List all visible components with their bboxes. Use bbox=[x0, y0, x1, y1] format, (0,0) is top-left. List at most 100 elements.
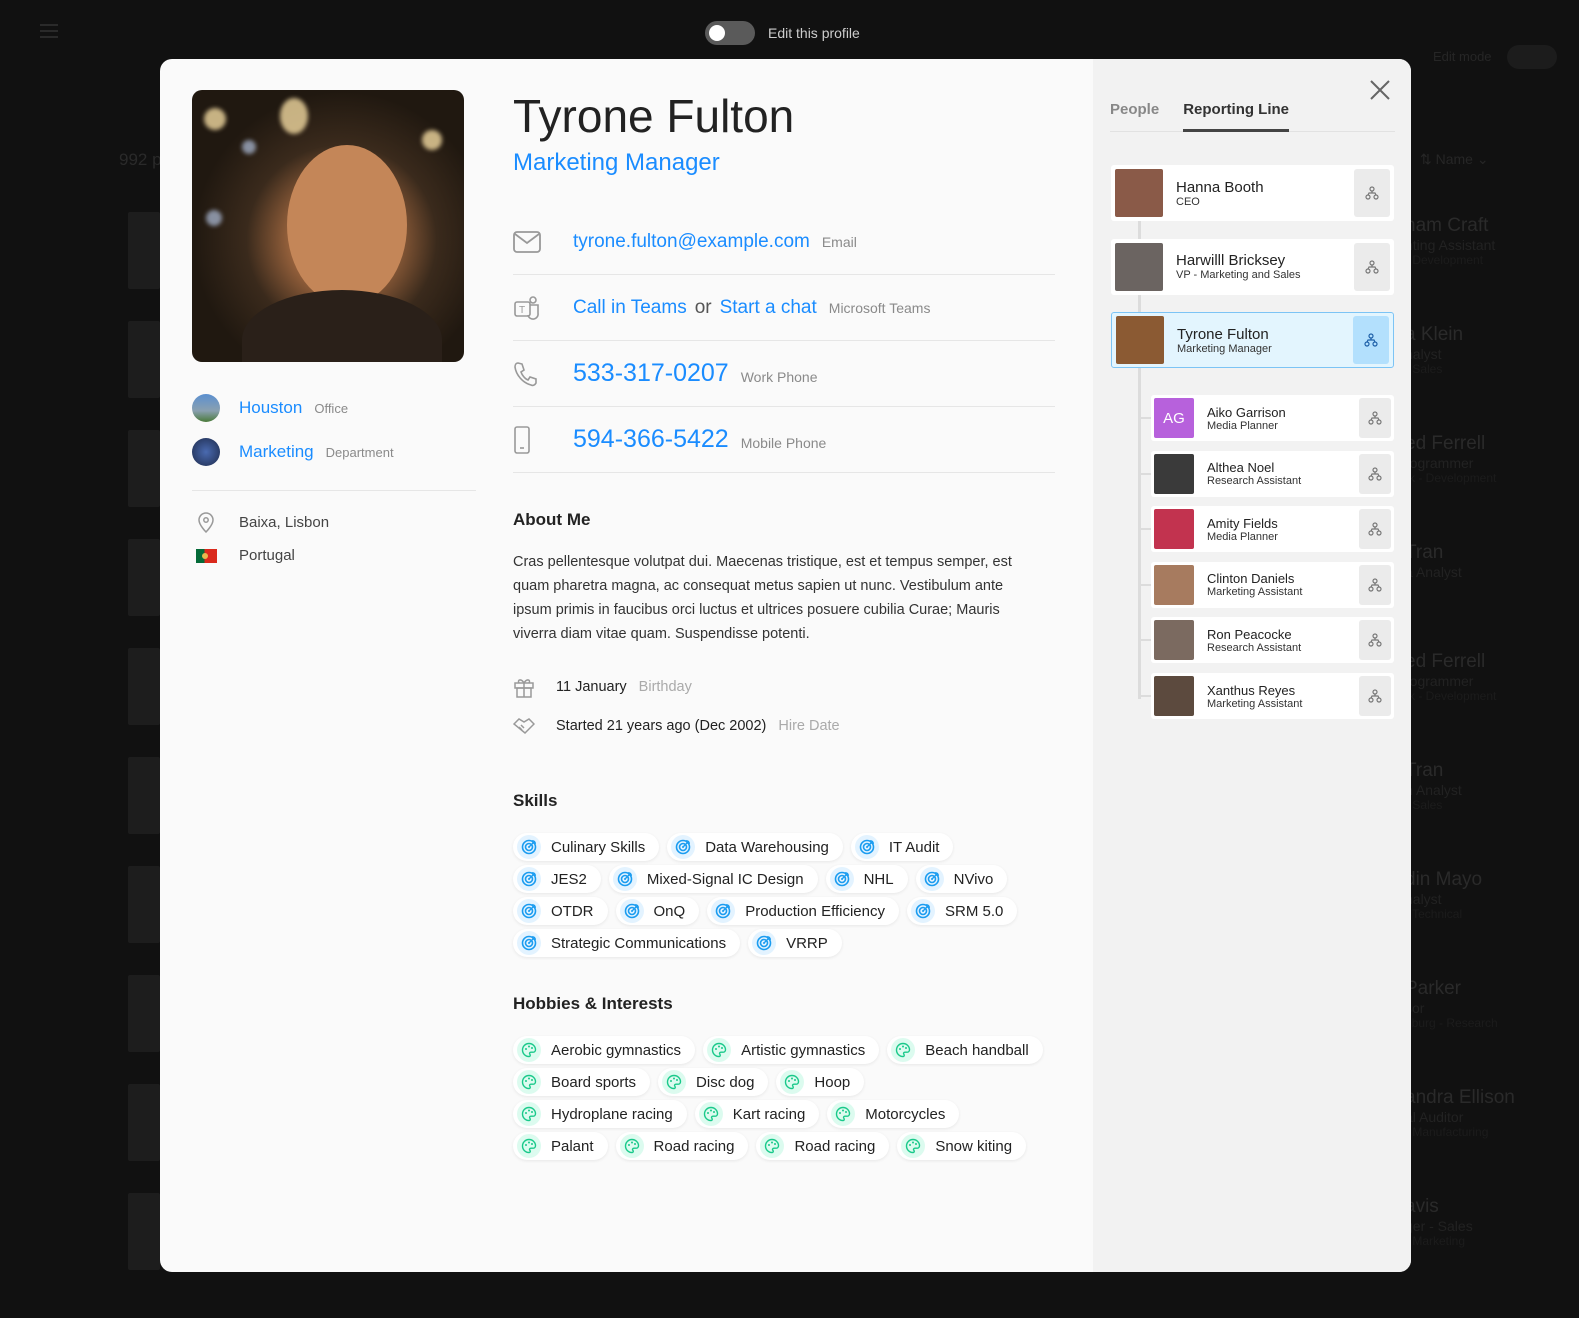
avatar bbox=[1154, 509, 1194, 550]
background-list-item[interactable]: andra Ellisonal Auditor- Manufacturing bbox=[1411, 1087, 1579, 1139]
org-chart-button[interactable] bbox=[1359, 509, 1391, 550]
org-chart-button[interactable] bbox=[1359, 676, 1391, 716]
person-title: Marketing Manager bbox=[1177, 342, 1272, 355]
background-item-name: din Mayo bbox=[1411, 869, 1483, 890]
skill-label: Production Efficiency bbox=[745, 902, 885, 920]
email-link[interactable]: tyrone.fulton@example.com bbox=[573, 231, 810, 253]
hobby-chip[interactable]: Hydroplane racing bbox=[513, 1100, 687, 1128]
background-list-item[interactable]: ed Ferrell rogrammer rk - Development bbox=[1411, 433, 1579, 485]
skill-chip[interactable]: Strategic Communications bbox=[513, 929, 741, 957]
background-list-item[interactable]: avisger - Sales- Marketing bbox=[1411, 1196, 1579, 1248]
background-item-role: a Analyst bbox=[1411, 564, 1462, 580]
skill-chip[interactable]: JES2 bbox=[513, 865, 601, 893]
hobby-chip[interactable]: Kart racing bbox=[694, 1100, 820, 1128]
skill-chip[interactable]: OnQ bbox=[615, 897, 700, 925]
edit-profile-toggle[interactable] bbox=[705, 21, 755, 45]
avatar bbox=[1154, 564, 1194, 605]
hobby-chip[interactable]: Aerobic gymnastics bbox=[513, 1036, 696, 1064]
hobby-chip[interactable]: Artistic gymnastics bbox=[703, 1036, 880, 1064]
direct-report-card[interactable]: Clinton Daniels Marketing Assistant bbox=[1151, 561, 1394, 608]
org-chart-button[interactable] bbox=[1359, 620, 1391, 661]
menu-icon[interactable] bbox=[40, 20, 58, 42]
hobby-chip[interactable]: Palant bbox=[513, 1132, 608, 1160]
sort-select[interactable]: ⇅ Name ⌄ bbox=[1420, 151, 1489, 168]
target-icon bbox=[711, 899, 736, 923]
hobby-chip[interactable]: Board sports bbox=[513, 1068, 651, 1096]
avatar bbox=[1115, 242, 1163, 291]
background-item-dept: rk - Development bbox=[1411, 471, 1497, 485]
work-phone-link[interactable]: 533-317-0207 bbox=[573, 359, 729, 388]
skill-chip[interactable]: Production Efficiency bbox=[707, 897, 899, 925]
direct-report-card[interactable]: Althea Noel Research Assistant bbox=[1151, 450, 1394, 497]
work-phone-label: Work Phone bbox=[740, 368, 818, 385]
or-text: or bbox=[694, 296, 712, 318]
avatar: AG bbox=[1154, 398, 1194, 438]
hobby-chip[interactable]: Disc dog bbox=[658, 1068, 769, 1096]
department-link[interactable]: Marketing bbox=[239, 442, 314, 462]
reporting-chain-card[interactable]: Harwilll Bricksey VP - Marketing and Sale… bbox=[1111, 238, 1394, 295]
background-item-dept: - Sales bbox=[1411, 798, 1443, 812]
hobby-chip[interactable]: Snow kiting bbox=[897, 1132, 1027, 1160]
call-in-teams-link[interactable]: Call in Teams bbox=[573, 297, 687, 319]
hobby-label: Road racing bbox=[794, 1137, 876, 1155]
hobby-chip[interactable]: Road racing bbox=[615, 1132, 749, 1160]
mobile-phone-link[interactable]: 594-366-5422 bbox=[573, 425, 729, 454]
background-list-item[interactable]: Parkersoreburg - Research bbox=[1411, 978, 1579, 1030]
person-name: Amity Fields bbox=[1207, 515, 1278, 531]
skill-label: NHL bbox=[863, 870, 894, 888]
org-chart-button[interactable] bbox=[1354, 242, 1390, 291]
reporting-chain-card[interactable]: Tyrone Fulton Marketing Manager bbox=[1111, 312, 1394, 368]
skill-label: Strategic Communications bbox=[551, 934, 727, 952]
hire-date-value: Started 21 years ago (Dec 2002) bbox=[556, 718, 767, 734]
skill-chip[interactable]: Culinary Skills bbox=[513, 833, 660, 861]
svg-text:T: T bbox=[519, 305, 525, 316]
direct-report-card[interactable]: Xanthus Reyes Marketing Assistant bbox=[1151, 673, 1394, 719]
org-chart-button[interactable] bbox=[1359, 398, 1391, 438]
direct-report-card[interactable]: AG Aiko Garrison Media Planner bbox=[1151, 395, 1394, 441]
reporting-chain-card[interactable]: Hanna Booth CEO bbox=[1111, 165, 1394, 221]
palette-icon bbox=[517, 1070, 541, 1094]
hobby-chip[interactable]: Hoop bbox=[776, 1068, 865, 1096]
person-name: Althea Noel bbox=[1207, 460, 1275, 476]
hobby-chip[interactable]: Motorcycles bbox=[827, 1100, 960, 1128]
edit-mode-toggle[interactable] bbox=[1507, 45, 1557, 69]
org-chart-button[interactable] bbox=[1354, 169, 1390, 217]
person-title: VP - Marketing and Sales bbox=[1176, 269, 1301, 281]
skill-chip[interactable]: NHL bbox=[825, 865, 908, 893]
about-heading: About Me bbox=[513, 510, 591, 529]
person-name: Xanthus Reyes bbox=[1207, 682, 1296, 698]
org-chart-button[interactable] bbox=[1359, 453, 1391, 494]
skill-chip[interactable]: NVivo bbox=[915, 865, 1008, 893]
background-avatar bbox=[128, 321, 160, 398]
start-chat-link[interactable]: Start a chat bbox=[720, 297, 817, 319]
skill-chip[interactable]: VRRP bbox=[748, 929, 842, 957]
profile-dialog: Tyrone Fulton Marketing Manager Houston … bbox=[160, 59, 1411, 1272]
hobby-chip[interactable]: Beach handball bbox=[887, 1036, 1043, 1064]
office-link[interactable]: Houston bbox=[239, 398, 302, 418]
person-name: Tyrone Fulton bbox=[1177, 325, 1269, 343]
palette-icon bbox=[760, 1134, 785, 1158]
org-chart-button[interactable] bbox=[1353, 316, 1389, 364]
direct-report-card[interactable]: Amity Fields Media Planner bbox=[1151, 506, 1394, 553]
target-icon bbox=[517, 835, 541, 859]
tab-people[interactable]: People bbox=[1110, 99, 1159, 131]
background-list-item[interactable]: din Mayonalyst- Technical bbox=[1411, 869, 1579, 921]
background-list-item[interactable]: Trana Analyst bbox=[1411, 542, 1579, 580]
org-chart-button[interactable] bbox=[1359, 564, 1391, 605]
close-icon[interactable] bbox=[1369, 79, 1391, 101]
skill-chip[interactable]: SRM 5.0 bbox=[907, 897, 1018, 925]
background-list-item[interactable]: ed Ferrell rogrammer rk - Development bbox=[1411, 651, 1579, 703]
tab-reporting-line[interactable]: Reporting Line bbox=[1183, 99, 1290, 132]
direct-report-card[interactable]: Ron Peacocke Research Assistant bbox=[1151, 617, 1394, 664]
hobby-chip[interactable]: Road racing bbox=[756, 1132, 890, 1160]
skill-chip[interactable]: OTDR bbox=[513, 897, 608, 925]
background-list-item[interactable]: ham Craft nting Assistant - Development bbox=[1411, 215, 1579, 267]
skill-label: OTDR bbox=[551, 902, 594, 920]
background-list-item[interactable]: Trann Analyst- Sales bbox=[1411, 760, 1579, 812]
hobby-label: Beach handball bbox=[925, 1041, 1029, 1059]
skill-chip[interactable]: IT Audit bbox=[850, 833, 954, 861]
skill-chip[interactable]: Data Warehousing bbox=[667, 833, 843, 861]
skill-chip[interactable]: Mixed-Signal IC Design bbox=[608, 865, 818, 893]
email-label: Email bbox=[821, 233, 857, 250]
background-list-item[interactable]: a Kleinnalyst- Sales bbox=[1411, 324, 1579, 376]
